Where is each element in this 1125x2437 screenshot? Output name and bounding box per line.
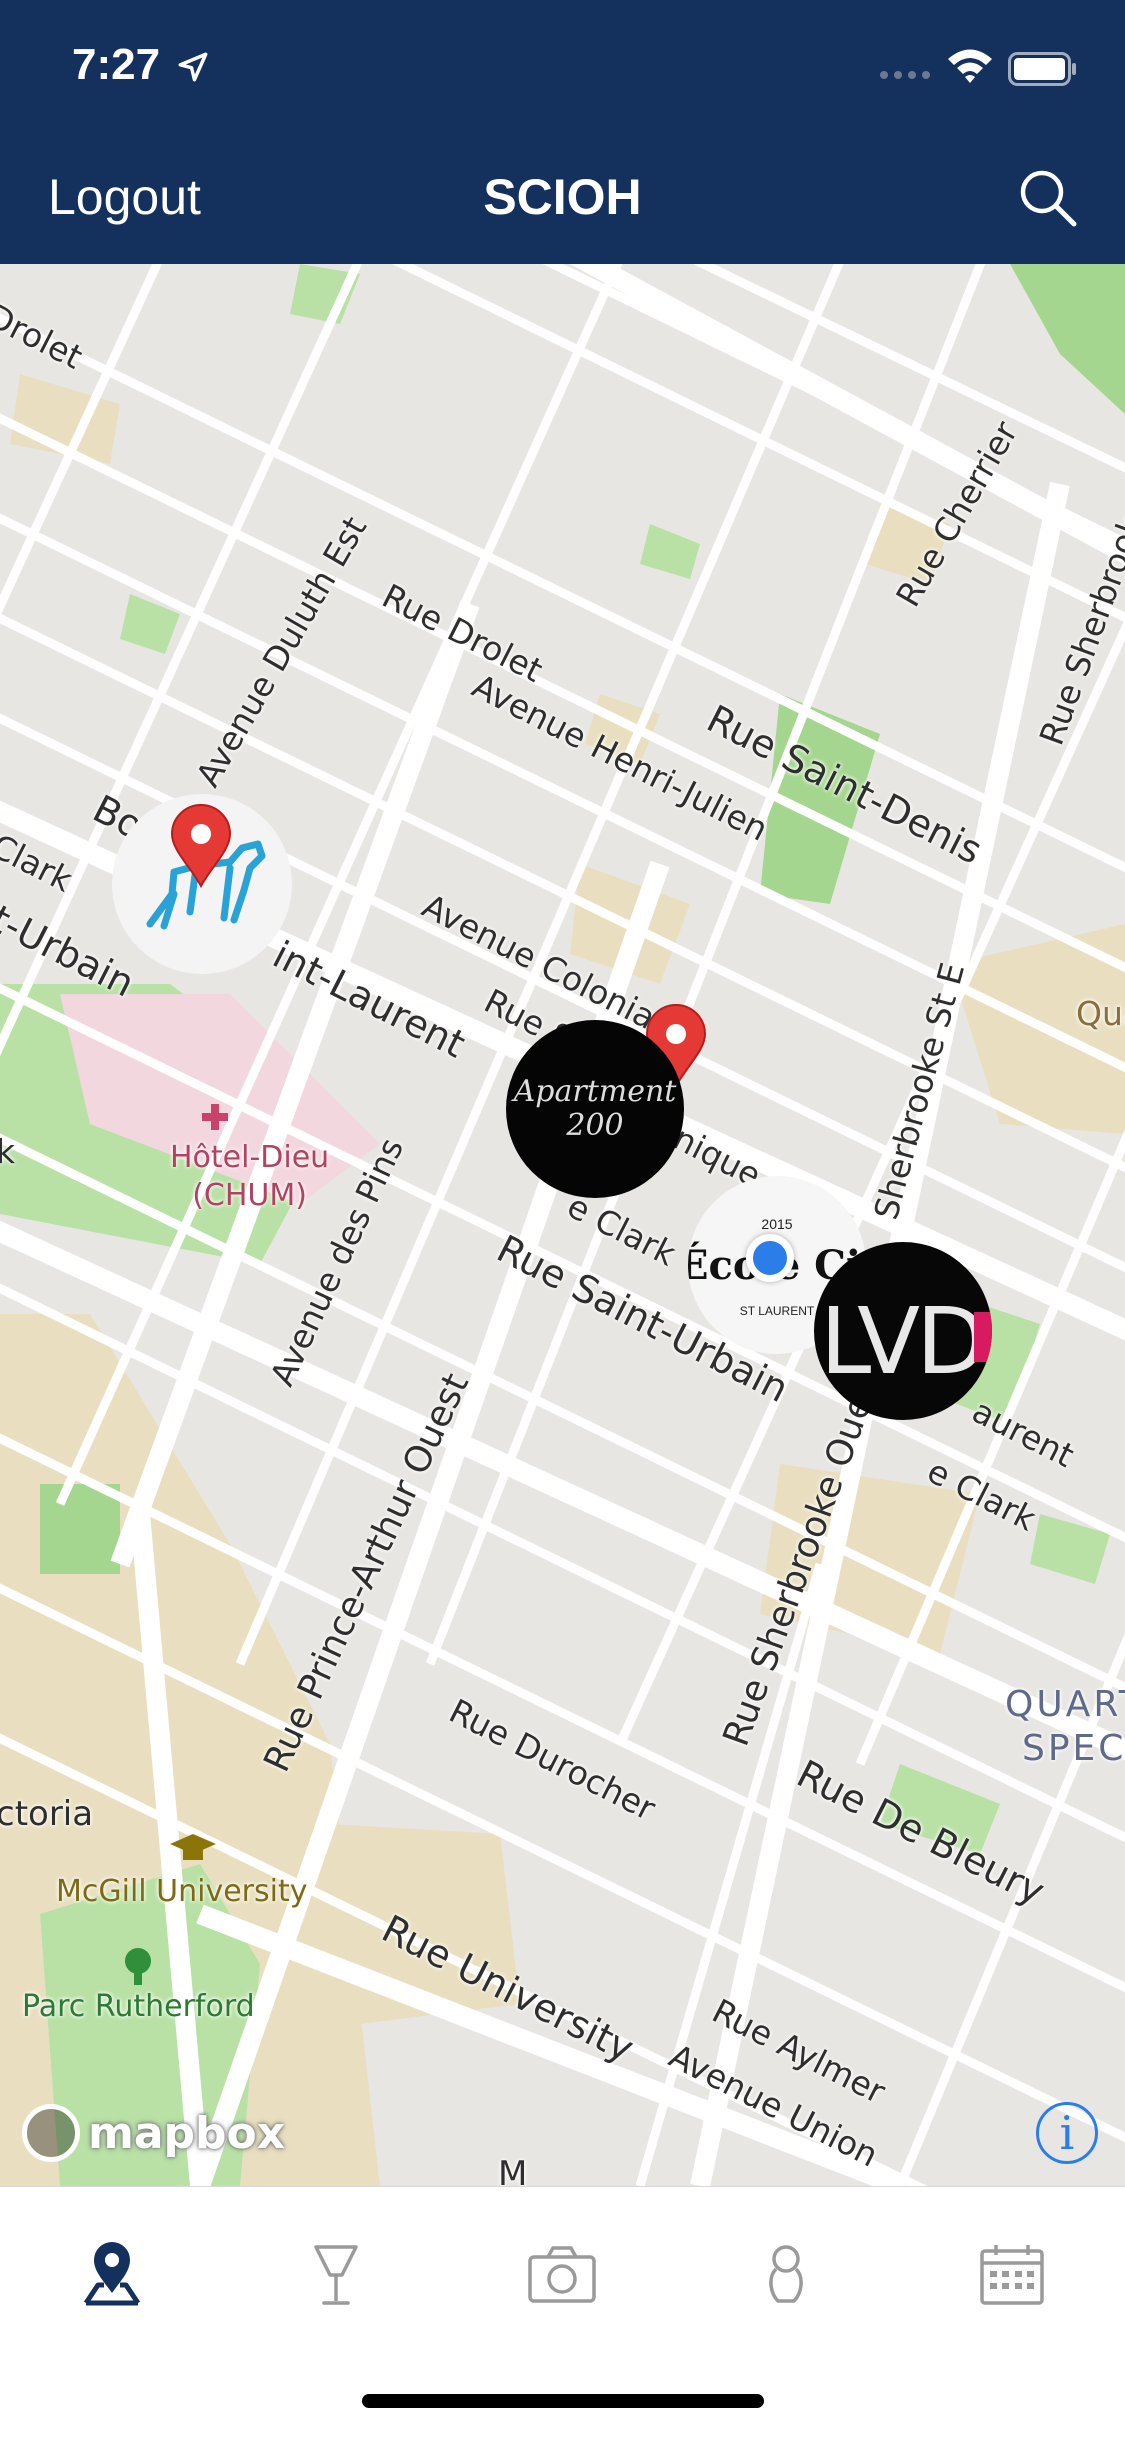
hospital-label: Hôtel-Dieu (CHUM) [170, 1140, 330, 1213]
page-title: SCIOH [483, 169, 642, 225]
mapbox-wordmark: mapbox [88, 2107, 286, 2159]
battery-icon [1008, 52, 1076, 86]
status-bar: 7:27 [0, 0, 1125, 132]
university-label: McGill University [56, 1874, 308, 1909]
street-label: QUART [1005, 1684, 1125, 1725]
mapbox-logo-icon [22, 2104, 80, 2162]
street-label: M [498, 2154, 528, 2186]
apartment-200-logo: Apartment 200 [513, 1074, 677, 1143]
wifi-icon [948, 49, 992, 83]
home-indicator[interactable] [362, 2394, 764, 2408]
mapbox-attribution[interactable]: mapbox [22, 2100, 285, 2166]
lvd-accent [974, 1312, 992, 1362]
navigation-bar: Logout SCIOH [0, 132, 1125, 264]
map-pin-icon[interactable] [170, 804, 232, 888]
search-icon[interactable] [1016, 166, 1080, 230]
street-label: k [0, 1132, 16, 1171]
ecole-year: 2015 [761, 1216, 793, 1232]
person-icon[interactable] [746, 2235, 826, 2315]
street-label: Qua [1076, 994, 1125, 1033]
venue-marker-apartment-200[interactable]: Apartment 200 [506, 1020, 684, 1198]
camera-icon[interactable] [522, 2235, 602, 2315]
user-location-dot [746, 1234, 794, 1282]
cellular-signal-icon [880, 71, 930, 79]
lvd-logo: LVD [820, 1288, 987, 1395]
venue-marker-lvd[interactable]: LVD [814, 1242, 992, 1420]
cocktail-glass-icon[interactable] [296, 2235, 376, 2315]
calendar-icon[interactable] [972, 2235, 1052, 2315]
park-label: Parc Rutherford [22, 1989, 255, 2024]
info-button[interactable]: i [1036, 2102, 1098, 2164]
location-arrow-icon [178, 52, 208, 82]
street-label: SPEC [1022, 1728, 1125, 1769]
map-pin-icon[interactable] [72, 2235, 152, 2315]
status-time: 7:27 [72, 40, 161, 89]
street-label: ctoria [0, 1794, 94, 1834]
map-view[interactable]: Drolet Avenue Duluth Est Rue Drolet Aven… [0, 264, 1125, 2186]
